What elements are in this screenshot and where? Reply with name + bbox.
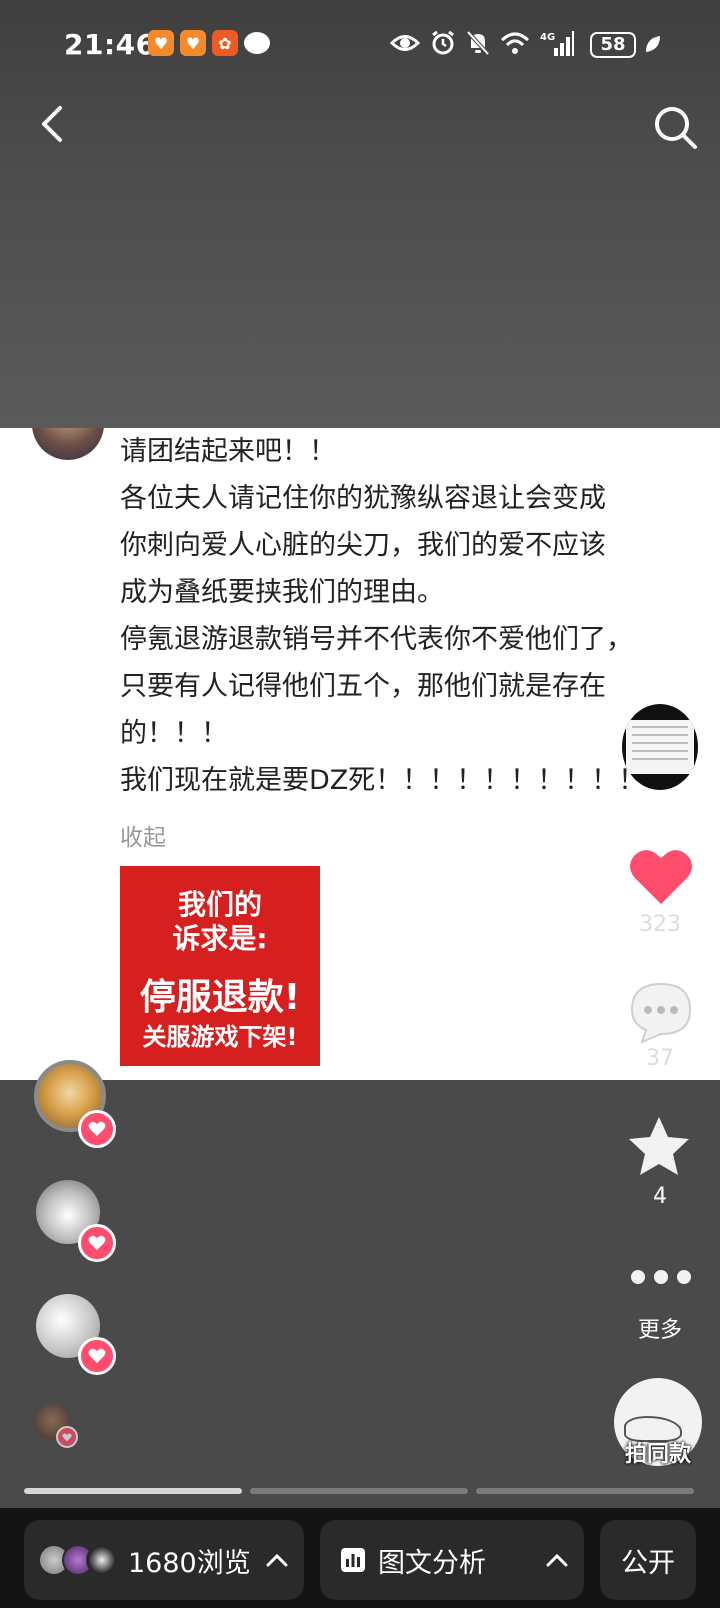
analysis-label: 图文分析 xyxy=(378,1547,486,1579)
like-count: 323 xyxy=(639,912,681,937)
page-progress-segment xyxy=(476,1488,694,1494)
collapse-text-link[interactable]: 收起 xyxy=(120,818,166,852)
views-label: 1680浏览 xyxy=(128,1547,251,1579)
comment-count: 37 xyxy=(646,1046,674,1071)
post-line: 我们现在就是要DZ死！！！！！！！！！！ xyxy=(120,765,646,796)
notification-icons: ♥ ♥ ✿ xyxy=(148,30,270,56)
post-line: 只要有人记得他们五个，那他们就是存在 xyxy=(120,671,606,702)
alarm-icon xyxy=(432,30,454,55)
demand-image-line: 停服退款! xyxy=(139,977,301,1018)
battery-indicator: 58 xyxy=(590,32,636,58)
post-line: 成为叠纸要挟我们的理由。 xyxy=(120,577,444,608)
demand-image-line: 关服游戏下架! xyxy=(142,1023,298,1051)
message-icon xyxy=(244,32,270,54)
heart-badge-icon xyxy=(78,1224,116,1262)
post-line: 你刺向爱人心脏的尖刀，我们的爱不应该 xyxy=(120,530,606,561)
author-avatar[interactable] xyxy=(32,428,104,460)
heart-badge-icon xyxy=(78,1110,116,1148)
app-notification-icon: ♥ xyxy=(148,30,174,56)
visibility-button[interactable]: 公开 xyxy=(600,1520,696,1600)
post-line: 请团结起来吧！！ xyxy=(120,436,336,467)
chevron-up-icon xyxy=(266,1553,288,1567)
comment-button[interactable] xyxy=(628,980,694,1044)
music-disc-cover xyxy=(626,720,694,774)
search-button[interactable] xyxy=(652,104,698,150)
power-saving-leaf-icon xyxy=(646,36,660,52)
chevron-up-icon xyxy=(546,1553,568,1567)
post-text: 请团结起来吧！！ 各位夫人请记住你的犹豫纵容退让会变成 你刺向爱人心脏的尖刀，我… xyxy=(120,428,700,804)
eye-icon xyxy=(390,35,420,51)
demand-image-line: 诉求是: xyxy=(172,922,268,955)
analytics-icon xyxy=(341,1548,365,1572)
more-button[interactable] xyxy=(630,1268,692,1286)
favorite-button[interactable] xyxy=(626,1114,692,1178)
heart-badge-icon xyxy=(78,1337,116,1375)
viewer-avatars xyxy=(38,1540,128,1580)
demand-image-line: 我们的 xyxy=(177,888,262,921)
svg-text:4G: 4G xyxy=(540,32,555,43)
heart-badge-icon xyxy=(56,1426,78,1448)
bottom-bar: 1680浏览 图文分析 公开 xyxy=(0,1508,720,1608)
page-progress-segment xyxy=(250,1488,468,1494)
wifi-icon xyxy=(500,32,530,54)
app-notification-icon: ✿ xyxy=(212,30,238,56)
back-button[interactable] xyxy=(36,104,66,144)
viewer-avatar xyxy=(86,1544,118,1576)
signal-icon: 4G xyxy=(540,31,574,56)
demand-image[interactable]: 我们的 诉求是: 停服退款! 关服游戏下架! xyxy=(120,866,320,1066)
music-disc[interactable] xyxy=(622,704,698,790)
visibility-label: 公开 xyxy=(621,1547,675,1579)
post-content-card: 请团结起来吧！！ 各位夫人请记住你的犹豫纵容退让会变成 你刺向爱人心脏的尖刀，我… xyxy=(0,428,720,1080)
post-line: 停氪退游退款销号并不代表你不爱他们了， xyxy=(120,624,633,655)
favorite-count: 4 xyxy=(653,1184,667,1209)
like-button[interactable] xyxy=(628,846,694,906)
status-time: 21:46 xyxy=(64,28,156,61)
analysis-button[interactable]: 图文分析 xyxy=(320,1520,584,1600)
views-button[interactable]: 1680浏览 xyxy=(24,1520,304,1600)
system-icons: 4G xyxy=(390,30,574,56)
post-line: 的！！！ xyxy=(120,718,228,749)
more-label[interactable]: 更多 xyxy=(610,1312,710,1344)
same-style-label[interactable]: 拍同款 xyxy=(606,1436,710,1468)
post-line: 各位夫人请记住你的犹豫纵容退让会变成 xyxy=(120,483,606,514)
app-notification-icon: ♥ xyxy=(180,30,206,56)
page-progress-segment xyxy=(24,1488,242,1494)
mute-bell-icon xyxy=(466,30,490,56)
status-bar: 21:46 ♥ ♥ ✿ 4G 58 xyxy=(0,22,720,68)
